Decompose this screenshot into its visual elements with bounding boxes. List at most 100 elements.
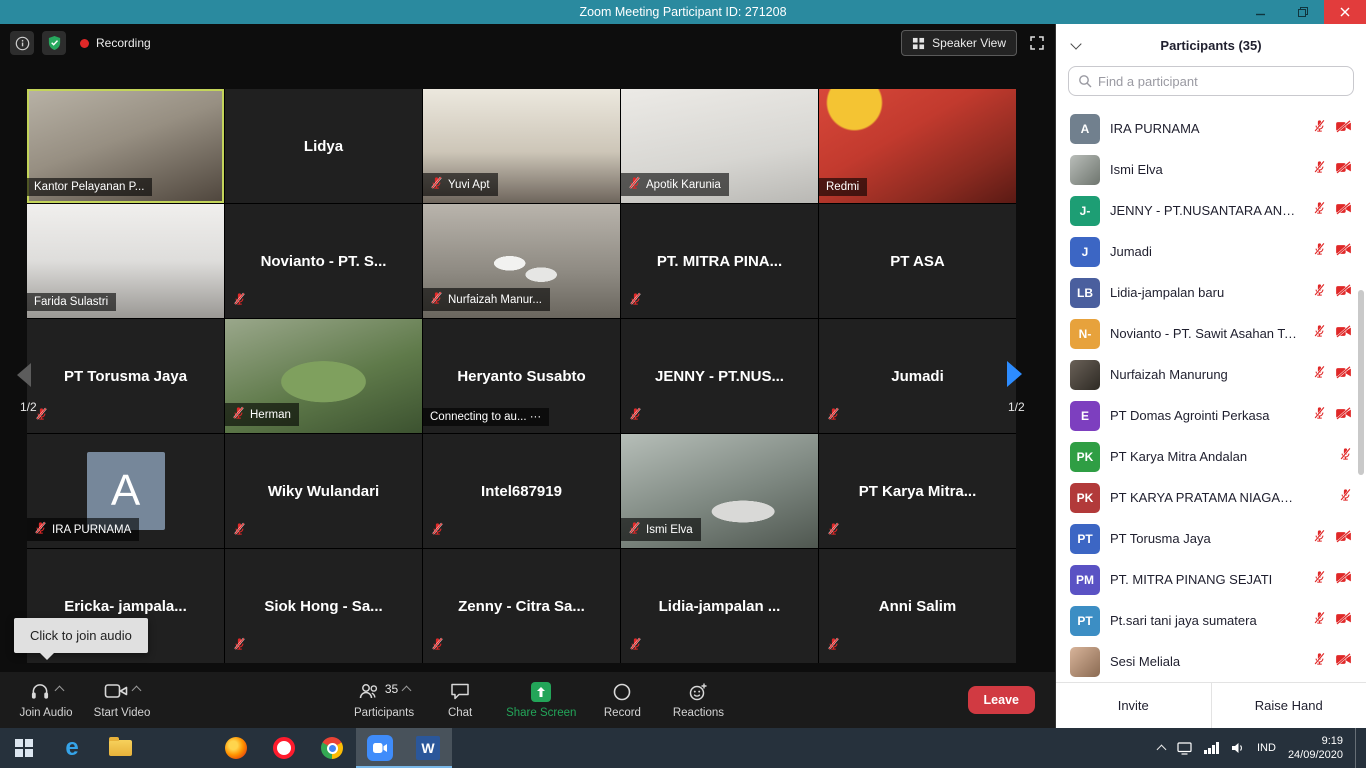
tile-center-name: Lidia-jampalan ... (621, 549, 818, 663)
video-tile[interactable]: Intel687919 (423, 434, 620, 548)
join-audio-button[interactable]: Join Audio (8, 672, 84, 728)
participant-search-input[interactable] (1098, 74, 1344, 89)
show-desktop-button[interactable] (1355, 728, 1360, 768)
join-audio-options-chevron-icon[interactable] (55, 685, 65, 695)
participant-row[interactable]: Nurfaizah Manurung (1056, 354, 1366, 395)
encryption-shield-button[interactable] (42, 31, 66, 55)
window-titlebar[interactable]: Zoom Meeting Participant ID: 271208 (0, 0, 1366, 24)
video-tile[interactable]: Lidia-jampalan ... (621, 549, 818, 663)
close-button[interactable] (1324, 0, 1366, 24)
tray-network-button[interactable] (1204, 742, 1219, 754)
tray-display-button[interactable] (1177, 742, 1192, 755)
fullscreen-icon[interactable] (1029, 35, 1045, 51)
taskbar-time: 9:19 (1288, 734, 1343, 748)
taskbar-opera-button[interactable] (260, 728, 308, 768)
video-tile[interactable]: Ismi Elva (621, 434, 818, 548)
tile-name-label (819, 407, 840, 424)
video-tile[interactable]: Wiky Wulandari (225, 434, 422, 548)
participant-status-icons (1308, 201, 1352, 220)
reactions-button[interactable]: Reactions (660, 672, 736, 728)
video-tile[interactable]: Nurfaizah Manur... (423, 204, 620, 318)
video-tile[interactable]: Herman (225, 319, 422, 433)
participant-row[interactable]: LB Lidia-jampalan baru (1056, 272, 1366, 313)
participant-row[interactable]: A IRA PURNAMA (1056, 108, 1366, 149)
video-tile[interactable]: Novianto - PT. S... (225, 204, 422, 318)
participant-row[interactable]: Ismi Elva (1056, 149, 1366, 190)
participant-row[interactable]: PT PT Torusma Jaya (1056, 518, 1366, 559)
grid-next-page-button[interactable] (1004, 360, 1024, 393)
taskbar-chrome-button[interactable] (308, 728, 356, 768)
participant-row[interactable]: PK PT Karya Mitra Andalan (1056, 436, 1366, 477)
tray-volume-button[interactable] (1231, 742, 1245, 754)
video-tile[interactable]: Lidya (225, 89, 422, 203)
video-tile[interactable]: Anni Salim (819, 549, 1016, 663)
participants-icon (358, 682, 380, 700)
grid-prev-page-button[interactable] (15, 362, 33, 393)
video-tile[interactable]: JENNY - PT.NUS... (621, 319, 818, 433)
participant-status-icons (1308, 488, 1352, 507)
video-tile[interactable]: Zenny - Citra Sa... (423, 549, 620, 663)
mic-off-icon (628, 176, 641, 193)
tile-center-name: Intel687919 (423, 434, 620, 548)
tray-expand-button[interactable] (1158, 743, 1165, 753)
chat-button[interactable]: Chat (422, 672, 498, 728)
panel-collapse-chevron-icon[interactable] (1070, 38, 1081, 49)
video-tile[interactable]: Heryanto Susabto Connecting to au... ··· (423, 319, 620, 433)
chat-icon (450, 682, 470, 700)
video-tile[interactable]: Siok Hong - Sa... (225, 549, 422, 663)
taskbar-explorer-button[interactable] (96, 728, 144, 768)
recording-indicator: Recording (80, 36, 151, 50)
leave-button[interactable]: Leave (968, 686, 1035, 714)
tile-name-label (621, 637, 642, 654)
video-tile[interactable]: Apotik Karunia (621, 89, 818, 203)
participant-row[interactable]: Sesi Meliala (1056, 641, 1366, 682)
video-tile[interactable]: Yuvi Apt (423, 89, 620, 203)
video-tile[interactable]: Farida Sulastri (27, 204, 224, 318)
taskbar-zoom-button[interactable] (356, 728, 404, 768)
participant-row[interactable]: E PT Domas Agrointi Perkasa (1056, 395, 1366, 436)
participant-row[interactable]: PT Pt.sari tani jaya sumatera (1056, 600, 1366, 641)
participant-row[interactable]: N- Novianto - PT. Sawit Asahan Tet... (1056, 313, 1366, 354)
tray-language-button[interactable]: IND (1257, 742, 1276, 754)
video-tile[interactable]: PT. MITRA PINA... (621, 204, 818, 318)
start-button[interactable] (0, 728, 48, 768)
invite-button[interactable]: Invite (1056, 683, 1212, 728)
meeting-info-button[interactable] (10, 31, 34, 55)
video-tile[interactable]: PT ASA (819, 204, 1016, 318)
video-tile[interactable]: Redmi (819, 89, 1016, 203)
participant-row[interactable]: PK PT KARYA PRATAMA NIAGAJAYA (1056, 477, 1366, 518)
taskbar-edge-button[interactable]: e (48, 728, 96, 768)
video-tile[interactable]: Jumadi (819, 319, 1016, 433)
recording-label: Recording (96, 36, 151, 50)
participant-search[interactable] (1068, 66, 1354, 96)
video-grid: Kantor Pelayanan P... Lidya Yuvi Apt Apo… (27, 89, 1016, 663)
window-controls (1240, 0, 1366, 24)
share-screen-button[interactable]: Share Screen (498, 672, 584, 728)
taskbar-word-button[interactable]: W (404, 728, 452, 768)
participants-options-chevron-icon[interactable] (402, 685, 412, 695)
start-video-button[interactable]: Start Video (84, 672, 160, 728)
video-tile[interactable]: PT Torusma Jaya (27, 319, 224, 433)
restore-button[interactable] (1282, 0, 1324, 24)
participant-avatar: PK (1070, 442, 1100, 472)
speaker-view-button[interactable]: Speaker View (901, 30, 1017, 56)
taskbar-clock[interactable]: 9:19 24/09/2020 (1288, 734, 1343, 763)
participant-row[interactable]: PM PT. MITRA PINANG SEJATI (1056, 559, 1366, 600)
tile-center-name: JENNY - PT.NUS... (621, 319, 818, 433)
panel-scrollbar-thumb[interactable] (1358, 290, 1364, 475)
video-off-icon (1335, 366, 1352, 384)
raise-hand-button[interactable]: Raise Hand (1212, 683, 1366, 728)
participants-button[interactable]: 35 Participants (346, 672, 422, 728)
video-tile[interactable]: Kantor Pelayanan P... (27, 89, 224, 203)
mic-off-icon (1313, 201, 1326, 220)
video-tile[interactable]: A IRA PURNAMA (27, 434, 224, 548)
taskbar-firefox-button[interactable] (212, 728, 260, 768)
tile-name-text: Yuvi Apt (448, 179, 490, 191)
record-button[interactable]: Record (584, 672, 660, 728)
minimize-button[interactable] (1240, 0, 1282, 24)
start-video-options-chevron-icon[interactable] (132, 685, 142, 695)
video-tile[interactable]: PT Karya Mitra... (819, 434, 1016, 548)
participant-row[interactable]: J- JENNY - PT.NUSANTARA ANDA... (1056, 190, 1366, 231)
participant-row[interactable]: J Jumadi (1056, 231, 1366, 272)
tile-center-name: Anni Salim (819, 549, 1016, 663)
